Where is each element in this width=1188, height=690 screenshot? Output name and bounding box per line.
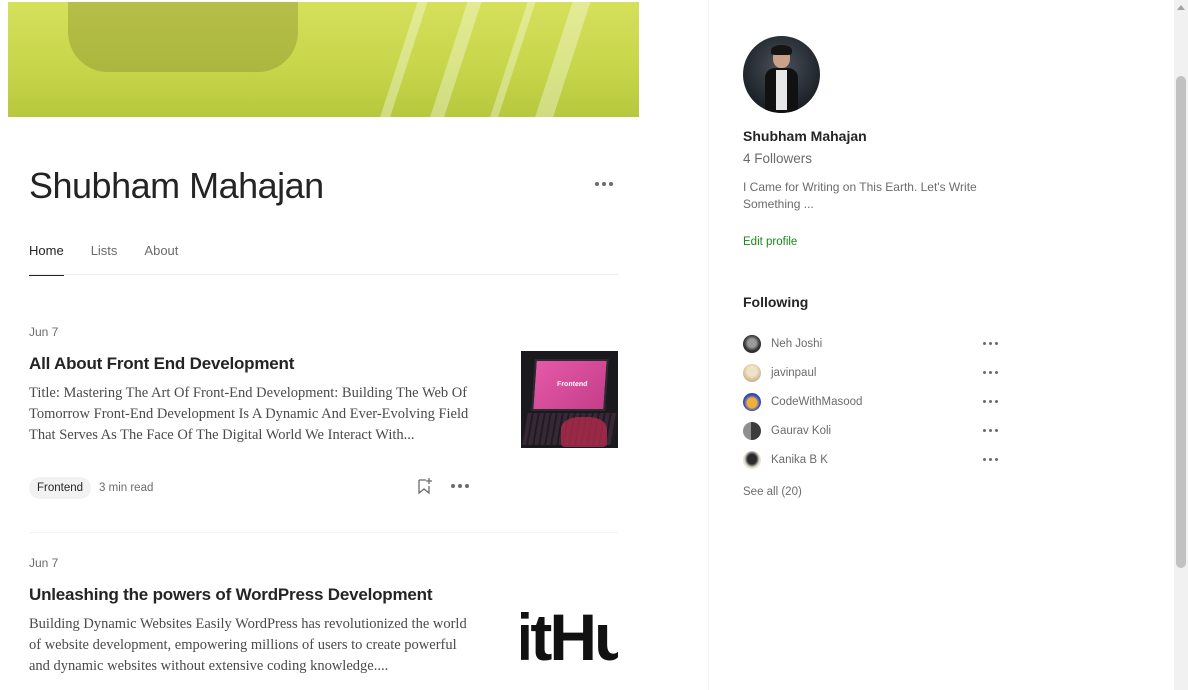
avatar [743, 392, 761, 411]
tab-home[interactable]: Home [29, 243, 64, 276]
vertical-scrollbar[interactable] [1174, 0, 1188, 690]
banner-shade [68, 2, 298, 72]
thumbnail-text: Frontend [556, 381, 588, 388]
following-more-button[interactable] [981, 393, 999, 409]
following-name: javinpaul [771, 366, 817, 379]
profile-tabs: Home Lists About [29, 243, 618, 276]
banner-stripe [527, 2, 597, 117]
article-card[interactable]: Jun 7 All About Front End Development Ti… [29, 325, 618, 533]
following-name: CodeWithMasood [771, 395, 863, 408]
following-item[interactable]: CodeWithMasood [743, 387, 1003, 416]
article-footer: Frontend 3 min read [29, 475, 469, 501]
following-more-button[interactable] [981, 422, 999, 438]
more-icon [982, 399, 998, 403]
scroll-thumb[interactable] [1176, 76, 1186, 568]
more-icon [982, 428, 998, 432]
more-icon [982, 341, 998, 345]
article-actions [417, 477, 469, 495]
avatar [743, 421, 761, 440]
avatar-shirt [776, 70, 787, 110]
following-item[interactable]: javinpaul [743, 358, 1003, 387]
edit-profile-link[interactable]: Edit profile [743, 236, 797, 248]
avatar [743, 450, 761, 469]
more-icon [595, 182, 613, 186]
avatar-hair [771, 45, 792, 55]
avatar [743, 363, 761, 382]
bookmark-add-icon[interactable] [417, 477, 433, 495]
main-column: Shubham Mahajan Home Lists About Jun 7 A… [0, 0, 708, 690]
banner-stripe [372, 2, 434, 117]
profile-banner-image [8, 2, 639, 117]
following-more-button[interactable] [981, 451, 999, 467]
article-thumbnail[interactable]: Frontend [521, 351, 618, 448]
scroll-up-arrow-icon[interactable] [1177, 5, 1185, 10]
banner-stripe [422, 2, 488, 117]
following-more-button[interactable] [981, 364, 999, 380]
article-excerpt: Building Dynamic Websites Easily WordPre… [29, 616, 467, 674]
more-icon [451, 484, 469, 488]
tag-chip[interactable]: Frontend [29, 477, 92, 499]
author-bio: I Came for Writing on This Earth. Let's … [743, 180, 977, 211]
profile-sidebar: Shubham Mahajan 4 Followers I Came for W… [708, 0, 1174, 690]
article-card[interactable]: Jun 7 Unleashing the powers of WordPress… [29, 556, 618, 690]
article-date: Jun 7 [29, 556, 59, 570]
more-icon [982, 370, 998, 374]
following-more-button[interactable] [981, 335, 999, 351]
followers-count[interactable]: 4 Followers [743, 151, 812, 166]
article-date: Jun 7 [29, 325, 59, 339]
banner-stripe [482, 2, 542, 117]
article-title[interactable]: All About Front End Development [29, 354, 479, 374]
following-heading: Following [743, 294, 809, 310]
sidebar-author-name: Shubham Mahajan [743, 128, 867, 144]
article-thumbnail[interactable]: itHu [521, 582, 618, 679]
article-title[interactable]: Unleashing the powers of WordPress Devel… [29, 585, 479, 605]
article-more-button[interactable] [451, 484, 469, 488]
following-item[interactable]: Kanika B K [743, 445, 1003, 474]
following-name: Gaurav Koli [771, 424, 832, 437]
tab-lists[interactable]: Lists [91, 243, 118, 275]
following-list: Neh Joshi javinpaul CodeWithMasood Gaura… [743, 329, 1003, 474]
laptop-screen: Frontend [531, 359, 609, 411]
following-item[interactable]: Neh Joshi [743, 329, 1003, 358]
thumbnail-text: itHu [521, 600, 618, 674]
author-title: Shubham Mahajan [29, 165, 324, 206]
following-name: Neh Joshi [771, 337, 823, 350]
avatar[interactable] [743, 36, 820, 113]
following-item[interactable]: Gaurav Koli [743, 416, 1003, 445]
article-excerpt: Title: Mastering The Art Of Front-End De… [29, 385, 469, 443]
following-name: Kanika B K [771, 453, 828, 466]
read-time: 3 min read [99, 482, 154, 494]
profile-more-button[interactable] [594, 175, 614, 193]
tab-about[interactable]: About [144, 243, 178, 275]
see-all-following-link[interactable]: See all (20) [743, 486, 802, 498]
avatar [743, 334, 761, 353]
more-icon [982, 457, 998, 461]
laptop-hand [561, 417, 607, 447]
